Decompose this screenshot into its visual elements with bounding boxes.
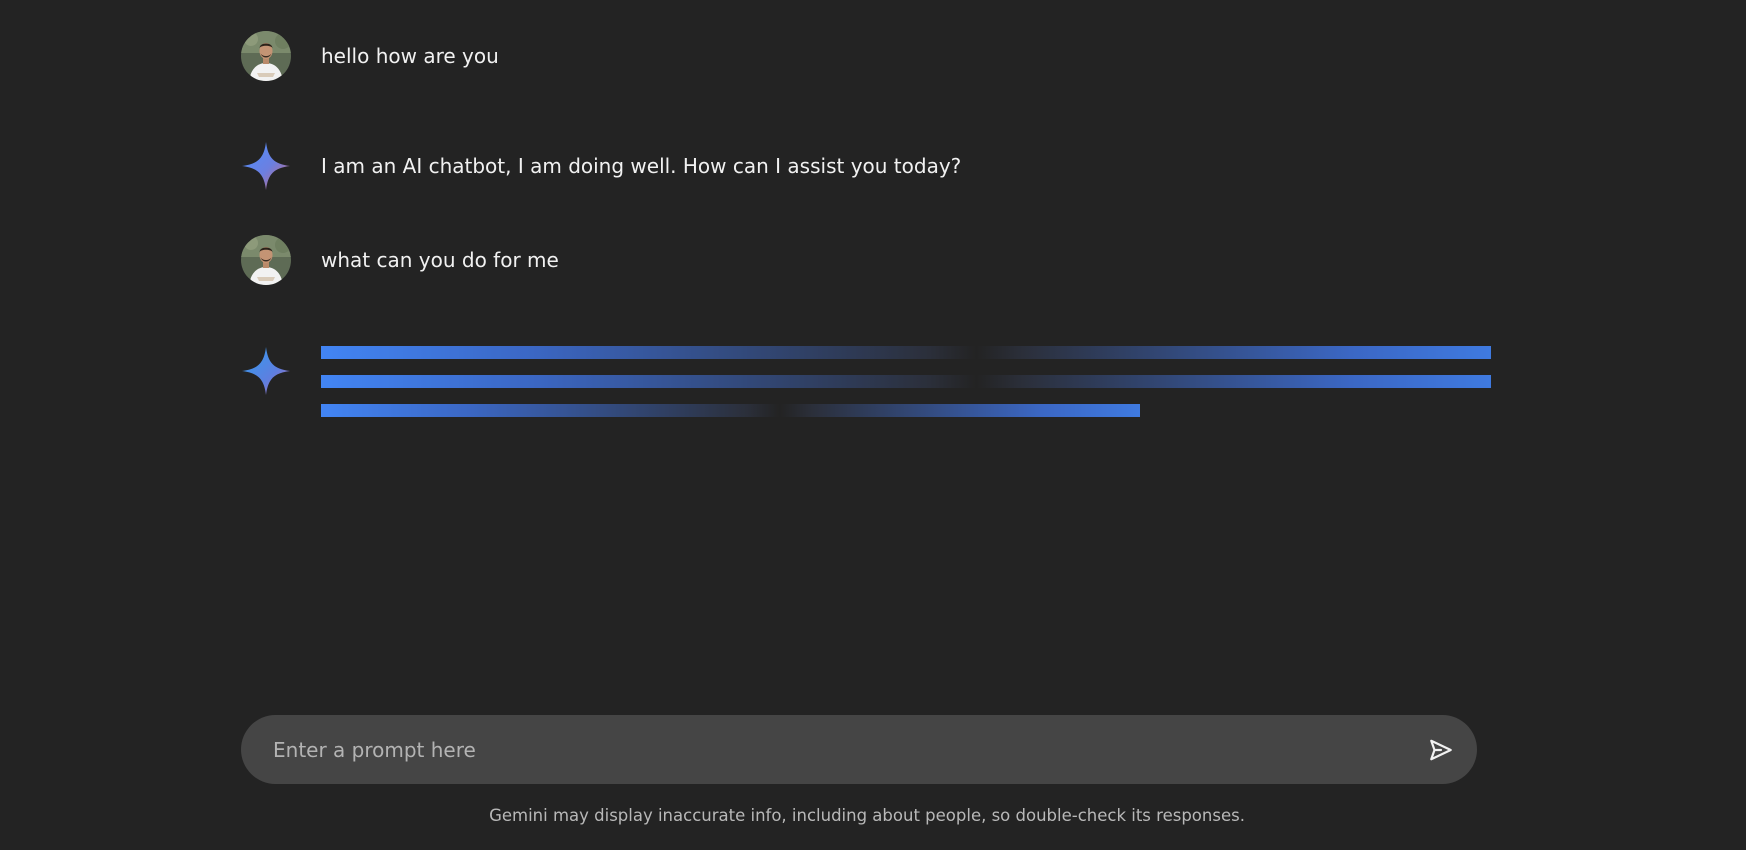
assistant-loading-message <box>241 346 291 396</box>
prompt-bar <box>241 715 1477 784</box>
user-avatar <box>241 235 291 285</box>
chat-page: hello how are you I am an AI chatbot, I … <box>0 0 1746 850</box>
response-loader <box>321 346 1491 433</box>
user-avatar <box>241 31 291 81</box>
assistant-message: I am an AI chatbot, I am doing well. How… <box>241 141 961 191</box>
gemini-sparkle-icon <box>242 142 290 190</box>
prompt-input[interactable] <box>271 736 1425 763</box>
send-icon <box>1430 739 1452 760</box>
assistant-message-text: I am an AI chatbot, I am doing well. How… <box>321 154 962 178</box>
disclaimer-text: Gemini may display inaccurate info, incl… <box>489 806 1245 825</box>
user-message-text: what can you do for me <box>321 248 559 272</box>
user-message: what can you do for me <box>241 235 559 285</box>
send-button[interactable] <box>1425 734 1457 766</box>
loader-bar <box>321 375 1491 388</box>
user-message-text: hello how are you <box>321 44 499 68</box>
gemini-sparkle-icon <box>242 347 290 395</box>
loader-bar <box>321 346 1491 359</box>
loader-bar <box>321 404 1140 417</box>
user-message: hello how are you <box>241 31 499 81</box>
